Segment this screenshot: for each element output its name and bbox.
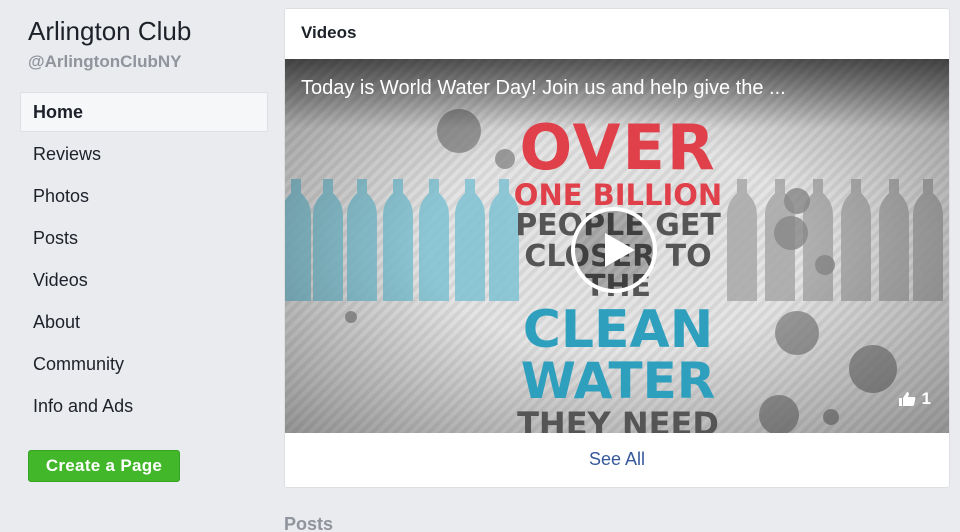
play-button[interactable]	[571, 207, 657, 293]
nav-item-community[interactable]: Community	[20, 344, 268, 386]
see-all-link[interactable]: See All	[285, 449, 949, 470]
poster-line: CLEAN	[522, 300, 714, 360]
video-likes[interactable]: 1	[898, 389, 931, 409]
posts-heading: Posts	[284, 514, 334, 532]
video-title[interactable]: Today is World Water Day! Join us and he…	[301, 77, 786, 100]
nav-item-about[interactable]: About	[20, 302, 268, 344]
videos-heading[interactable]: Videos	[301, 23, 356, 43]
nav-item-photos[interactable]: Photos	[20, 176, 268, 218]
nav-item-info-and-ads[interactable]: Info and Ads	[20, 386, 268, 428]
play-icon	[605, 233, 635, 267]
thumbs-up-icon	[898, 392, 915, 406]
like-count: 1	[921, 389, 931, 408]
nav-item-videos[interactable]: Videos	[20, 260, 268, 302]
create-page-button[interactable]: Create a Page	[28, 450, 180, 482]
nav-item-posts[interactable]: Posts	[20, 218, 268, 260]
poster-line: THEY NEED	[517, 405, 719, 433]
nav-item-reviews[interactable]: Reviews	[20, 134, 268, 176]
poster-line: ONE BILLION	[513, 178, 723, 212]
poster-line: WATER	[520, 352, 716, 410]
video-player[interactable]: Today is World Water Day! Join us and he…	[285, 59, 949, 433]
nav-item-home[interactable]: Home	[20, 92, 268, 132]
page-name[interactable]: Arlington Club	[28, 16, 191, 47]
page-navigation: Home Reviews Photos Posts Videos About C…	[20, 92, 268, 428]
videos-card: Videos Today is World Water Day! Join us…	[284, 8, 950, 488]
poster-line: OVER	[519, 111, 717, 184]
page-handle[interactable]: @ArlingtonClubNY	[28, 52, 182, 72]
